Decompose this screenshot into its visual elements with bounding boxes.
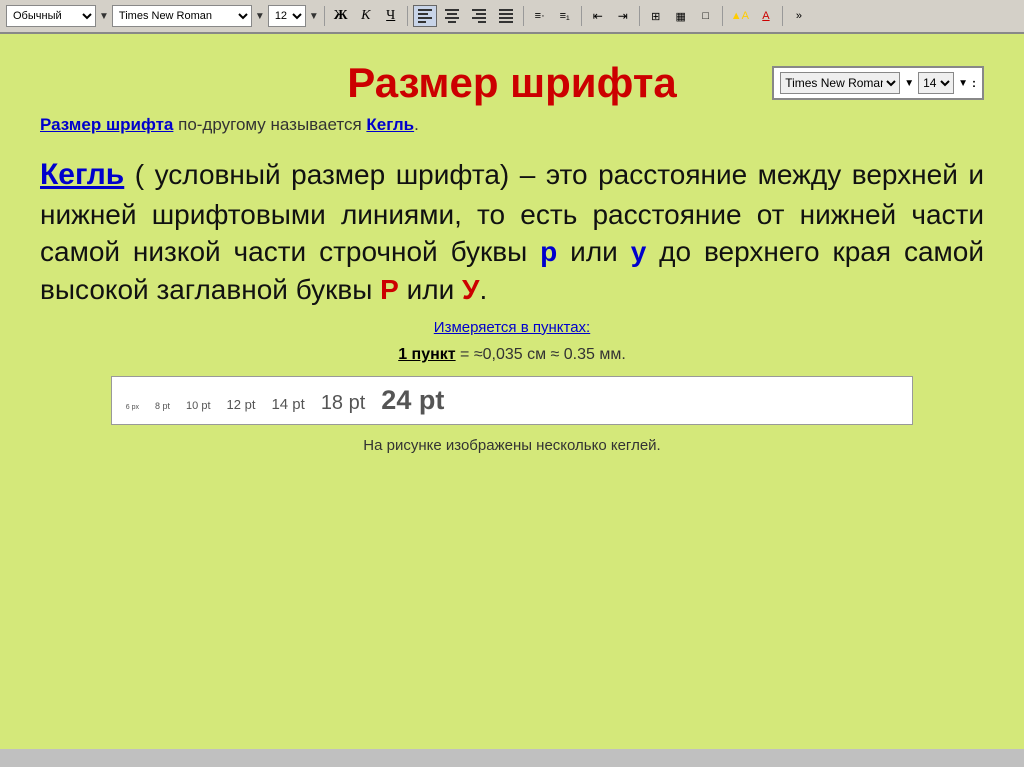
separator-3 xyxy=(523,6,524,26)
caption-line: На рисунке изображены несколько кеглей. xyxy=(40,437,984,454)
separator-4 xyxy=(581,6,582,26)
font-arrow: ▼ xyxy=(255,11,265,22)
kegel-term: Кегль xyxy=(40,158,124,191)
border-button[interactable]: □ xyxy=(695,5,717,27)
def-p: р xyxy=(540,236,557,267)
align-justify-button[interactable] xyxy=(494,5,518,27)
size-24pt: 24 pt xyxy=(381,385,444,416)
align-right-button[interactable] xyxy=(467,5,491,27)
font-box-extra: : xyxy=(972,76,976,90)
size-12pt: 12 pt xyxy=(227,397,256,412)
size-arrow: ▼ xyxy=(309,11,319,22)
subtitle-end: . xyxy=(414,115,419,134)
align-left-icon xyxy=(416,7,434,25)
def-Y: У xyxy=(462,274,479,305)
separator-6 xyxy=(722,6,723,26)
subtitle-mid: по-другому называется xyxy=(173,115,366,134)
font-selector[interactable]: Times New Roman xyxy=(112,5,252,27)
def-y: у xyxy=(631,236,647,267)
size-14pt: 14 pt xyxy=(271,396,304,413)
subtitle-line: Размер шрифта по-другому называется Кегл… xyxy=(40,115,984,135)
measured-text: Измеряется в пунктах: xyxy=(434,319,590,336)
size-18pt: 18 pt xyxy=(321,392,365,415)
separator-2 xyxy=(407,6,408,26)
font-box-arrow: ▼ xyxy=(904,78,914,89)
subtitle-kegel-link[interactable]: Кегль xyxy=(366,115,414,134)
size-6px: 6 px xyxy=(126,404,139,411)
def-end: . xyxy=(479,274,487,305)
size-selector[interactable]: 12 xyxy=(268,5,306,27)
bold-button[interactable]: Ж xyxy=(330,5,352,27)
highlight-button[interactable]: ▲A xyxy=(728,5,752,27)
definition-block: Кегль ( условный размер шрифта) – это ра… xyxy=(40,155,984,309)
font-selector-box: Times New Roman ▼ 14 ▼ : xyxy=(772,66,984,100)
font-size-visual: 6 px 8 pt 10 pt 12 pt 14 pt 18 pt 24 pt xyxy=(111,376,913,425)
indent-increase-button[interactable]: ⇥ xyxy=(612,5,634,27)
italic-button[interactable]: К xyxy=(355,5,377,27)
separator-7 xyxy=(782,6,783,26)
style-arrow: ▼ xyxy=(99,11,109,22)
fontcolor-button[interactable]: A xyxy=(755,5,777,27)
align-center-icon xyxy=(443,7,461,25)
measured-line: Измеряется в пунктах: xyxy=(40,319,984,336)
columns-button[interactable]: ▦ xyxy=(670,5,692,27)
align-center-button[interactable] xyxy=(440,5,464,27)
indent-decrease-button[interactable]: ⇤ xyxy=(587,5,609,27)
size-10pt: 10 pt xyxy=(186,400,210,412)
def-P: Р xyxy=(380,274,399,305)
separator-1 xyxy=(324,6,325,26)
size-8pt: 8 pt xyxy=(155,401,170,411)
punkt-term: 1 пункт xyxy=(398,346,455,363)
toolbar: Обычный ▼ Times New Roman ▼ 12 ▼ Ж К Ч xyxy=(0,0,1024,34)
align-left-button[interactable] xyxy=(413,5,437,27)
font-box-selector[interactable]: Times New Roman xyxy=(780,72,900,94)
align-right-icon xyxy=(470,7,488,25)
separator-5 xyxy=(639,6,640,26)
punkt-post: = ≈0,035 см ≈ 0.35 мм. xyxy=(456,346,626,363)
font-box-size-selector[interactable]: 14 xyxy=(918,72,954,94)
table-button[interactable]: ⊞ xyxy=(645,5,667,27)
list-numbered-button[interactable]: ≡₁ xyxy=(554,5,576,27)
align-justify-icon xyxy=(497,7,515,25)
def-or: или xyxy=(399,274,462,305)
def-mid: или xyxy=(557,236,630,267)
underline-button[interactable]: Ч xyxy=(380,5,402,27)
style-selector[interactable]: Обычный xyxy=(6,5,96,27)
list-bullet-button[interactable]: ≡· xyxy=(529,5,551,27)
punkt-line: 1 пункт = ≈0,035 см ≈ 0.35 мм. xyxy=(40,346,984,364)
subtitle-term: Размер шрифта xyxy=(40,115,173,134)
font-box-size-arrow: ▼ xyxy=(958,78,968,89)
more-button[interactable]: » xyxy=(788,5,810,27)
content-area: Times New Roman ▼ 14 ▼ : Размер шрифта Р… xyxy=(0,34,1024,749)
